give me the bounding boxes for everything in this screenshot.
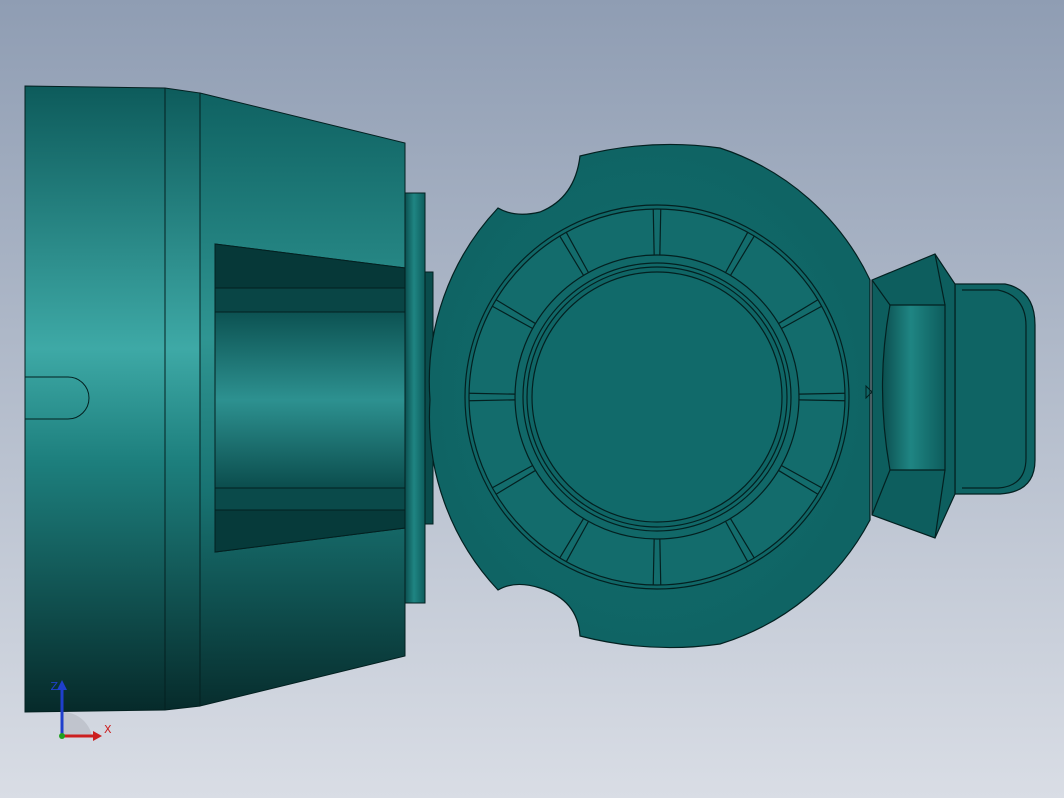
cad-3d-viewport[interactable]: Z X <box>0 0 1064 798</box>
model-scene: Z X <box>0 0 1064 798</box>
cylinder-housing[interactable] <box>24 85 201 713</box>
y-axis-dot <box>59 733 65 739</box>
center-band <box>214 311 406 489</box>
x-axis-label: X <box>104 723 112 736</box>
tapered-section[interactable] <box>199 92 406 707</box>
bracket-bore <box>881 304 946 471</box>
z-axis-label: Z <box>50 680 58 693</box>
joint-disk[interactable] <box>428 143 871 649</box>
center-disc <box>531 271 783 523</box>
